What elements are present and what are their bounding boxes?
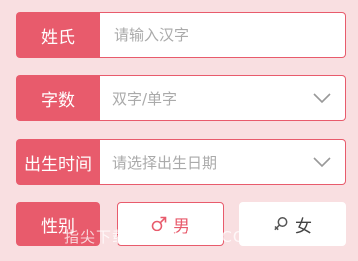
surname-row: 姓氏 [16, 12, 346, 58]
char-count-row: 字数 双字/单字 [16, 75, 346, 121]
birth-time-label: 出生时间 [16, 139, 100, 185]
surname-input[interactable] [112, 25, 331, 45]
male-button[interactable]: 男 [117, 202, 224, 246]
birth-time-row: 出生时间 请选择出生日期 [16, 139, 346, 185]
male-text: 男 [173, 216, 190, 237]
char-count-select[interactable]: 双字/单字 [100, 75, 346, 121]
gender-label: 性别 [16, 202, 100, 246]
surname-label: 姓氏 [16, 12, 100, 58]
birth-date-value: 请选择出生日期 [112, 153, 218, 172]
char-count-label: 字数 [16, 75, 100, 121]
male-icon [151, 216, 167, 232]
female-button[interactable]: 女 [239, 202, 346, 246]
chevron-down-icon [313, 156, 331, 168]
female-text: 女 [295, 216, 312, 237]
birth-date-select[interactable]: 请选择出生日期 [100, 139, 346, 185]
female-icon [273, 216, 289, 232]
chevron-down-icon [313, 92, 331, 104]
gender-row: 性别 男 女 [16, 202, 346, 248]
surname-field-wrapper [100, 12, 346, 58]
char-count-value: 双字/单字 [112, 89, 178, 108]
